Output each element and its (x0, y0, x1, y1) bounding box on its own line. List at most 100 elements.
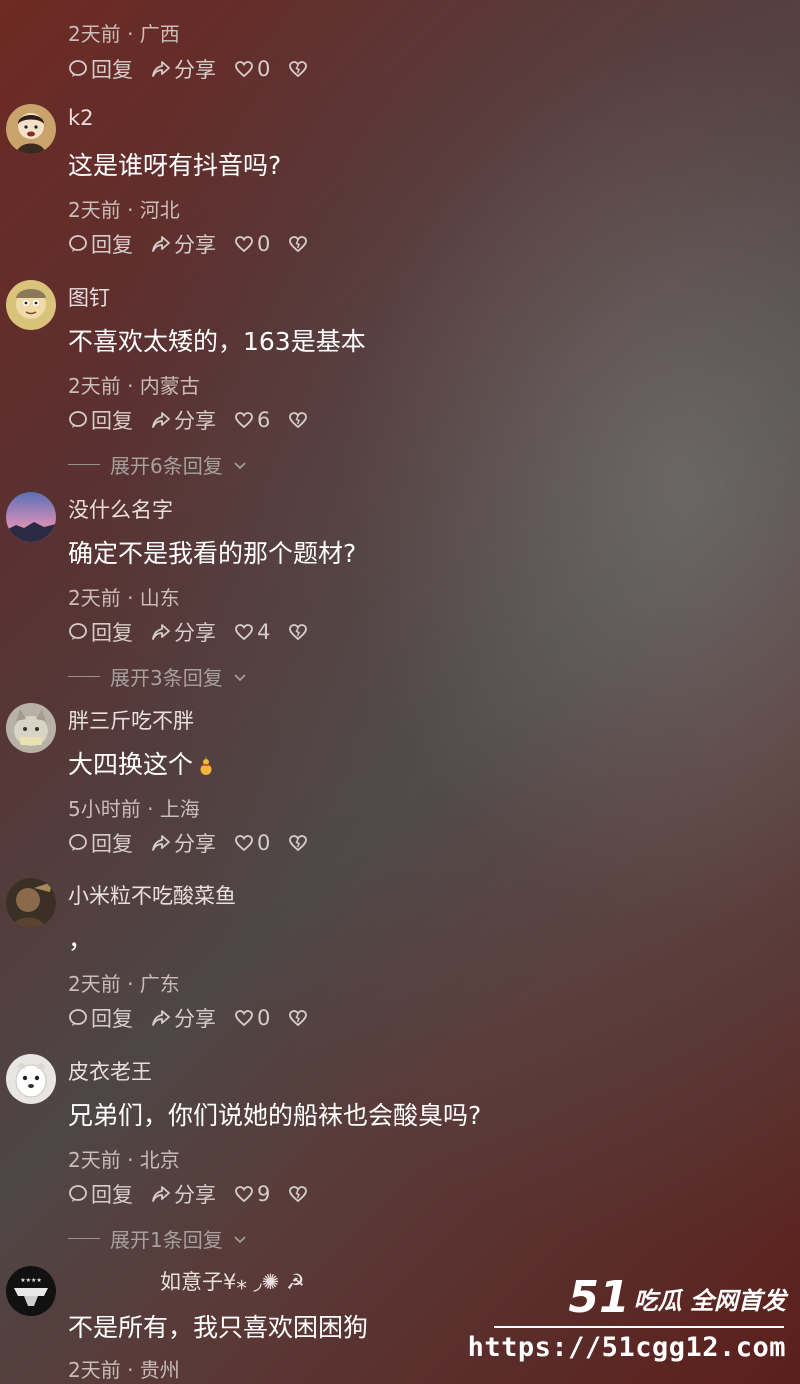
watermark: 51 吃瓜 全网首发 https://51cgg12.com (468, 1276, 792, 1366)
comment-actions: 回复 分享 0 (68, 828, 308, 858)
broken-heart-icon (289, 236, 308, 253)
reply-button[interactable]: 回复 (68, 54, 133, 84)
share-button[interactable]: 分享 (151, 1179, 216, 1209)
share-button[interactable]: 分享 (151, 1003, 216, 1033)
dislike-button[interactable] (288, 833, 308, 853)
comment-username[interactable]: 如意子¥⁎ ◞✺ ☭ (160, 1266, 305, 1296)
comment-text: ， (68, 925, 94, 954)
avatar-image (6, 878, 56, 928)
comment-username[interactable]: 小米粒不吃酸菜鱼 (68, 880, 236, 910)
heart-icon (235, 236, 253, 253)
watermark-url: https://51cgg12.com (467, 1332, 786, 1363)
dislike-button[interactable] (288, 1008, 308, 1028)
reply-button[interactable]: 回复 (68, 1003, 133, 1033)
like-button[interactable]: 0 (234, 232, 270, 256)
watermark-brand: 51 吃瓜 全网首发 (568, 1276, 786, 1320)
like-button[interactable]: 0 (234, 57, 270, 81)
comment-meta: 2天前 · 内蒙古 (68, 374, 200, 398)
like-button[interactable]: 0 (234, 831, 270, 855)
avatar[interactable] (6, 492, 56, 542)
share-icon (152, 1010, 170, 1026)
comment-meta: 5小时前 · 上海 (68, 797, 200, 821)
dislike-button[interactable] (288, 1184, 308, 1204)
like-button[interactable]: 6 (234, 408, 270, 432)
heart-icon (235, 1010, 253, 1027)
like-count: 9 (257, 1182, 271, 1206)
share-button[interactable]: 分享 (151, 229, 216, 259)
share-icon (152, 624, 170, 640)
comment-text: 大四换这个 (68, 745, 215, 781)
share-icon (152, 835, 170, 851)
dislike-button[interactable] (288, 59, 308, 79)
avatar[interactable]: ★★★★ (6, 1266, 56, 1316)
heart-icon (235, 412, 253, 429)
expand-replies-button[interactable]: 展开3条回复 (68, 662, 247, 691)
avatar-image (6, 280, 56, 330)
reply-icon (69, 834, 87, 851)
like-button[interactable]: 4 (234, 620, 270, 644)
divider (68, 464, 100, 465)
heart-icon (235, 624, 253, 641)
reply-button[interactable]: 回复 (68, 1179, 133, 1209)
divider (68, 1238, 100, 1239)
watermark-slogan: 吃瓜 全网首发 (633, 1287, 786, 1315)
divider (68, 676, 100, 677)
broken-heart-icon (289, 1010, 308, 1027)
heart-icon (235, 835, 253, 852)
comment-username[interactable]: 图钉 (68, 282, 110, 312)
comment-username[interactable]: 皮衣老王 (68, 1056, 152, 1086)
like-count: 6 (257, 408, 271, 432)
avatar[interactable] (6, 1054, 56, 1104)
comment-actions: 回复 分享 0 (68, 54, 308, 84)
broken-heart-icon (289, 61, 308, 78)
like-button[interactable]: 9 (234, 1182, 270, 1206)
share-icon (152, 61, 170, 77)
reply-button[interactable]: 回复 (68, 828, 133, 858)
watermark-divider (494, 1326, 784, 1328)
avatar-image (6, 1054, 56, 1104)
avatar-image (6, 104, 56, 154)
comment-meta: 2天前 · 山东 (68, 586, 180, 610)
dislike-button[interactable] (288, 410, 308, 430)
broken-heart-icon (289, 1186, 308, 1203)
reply-button[interactable]: 回复 (68, 405, 133, 435)
reply-button[interactable]: 回复 (68, 617, 133, 647)
comment-meta: 2天前 · 广东 (68, 972, 180, 996)
reply-icon (69, 1185, 87, 1202)
avatar[interactable] (6, 703, 56, 753)
share-button[interactable]: 分享 (151, 828, 216, 858)
comment-username[interactable]: k2 (68, 106, 94, 130)
like-count: 0 (257, 57, 271, 81)
share-icon (152, 1186, 170, 1202)
comment-text: 这是谁呀有抖音吗? (68, 151, 282, 180)
chevron-down-icon (234, 461, 246, 469)
comment-username[interactable]: 胖三斤吃不胖 (68, 705, 194, 735)
like-button[interactable]: 0 (234, 1006, 270, 1030)
avatar-image (6, 703, 56, 753)
avatar[interactable] (6, 280, 56, 330)
comment-text: 兄弟们，你们说她的船袜也会酸臭吗? (68, 1101, 482, 1130)
expand-replies-button[interactable]: 展开1条回复 (68, 1224, 247, 1253)
dislike-button[interactable] (288, 234, 308, 254)
comment-actions: 回复 分享 0 (68, 1003, 308, 1033)
share-button[interactable]: 分享 (151, 617, 216, 647)
share-button[interactable]: 分享 (151, 405, 216, 435)
share-button[interactable]: 分享 (151, 54, 216, 84)
chevron-down-icon (234, 1235, 246, 1243)
share-icon (152, 236, 170, 252)
expand-replies-button[interactable]: 展开6条回复 (68, 450, 247, 479)
gourd-emoji-icon (200, 756, 212, 775)
avatar[interactable] (6, 104, 56, 154)
like-count: 0 (257, 1006, 271, 1030)
reply-icon (69, 235, 87, 252)
like-count: 0 (257, 831, 271, 855)
heart-icon (235, 1186, 253, 1203)
broken-heart-icon (289, 835, 308, 852)
dislike-button[interactable] (288, 622, 308, 642)
comment-username[interactable]: 没什么名字 (68, 494, 173, 524)
like-count: 4 (257, 620, 271, 644)
comment-meta: 2天前 · 贵州 (68, 1358, 180, 1382)
avatar[interactable] (6, 878, 56, 928)
reply-icon (69, 60, 87, 77)
reply-button[interactable]: 回复 (68, 229, 133, 259)
